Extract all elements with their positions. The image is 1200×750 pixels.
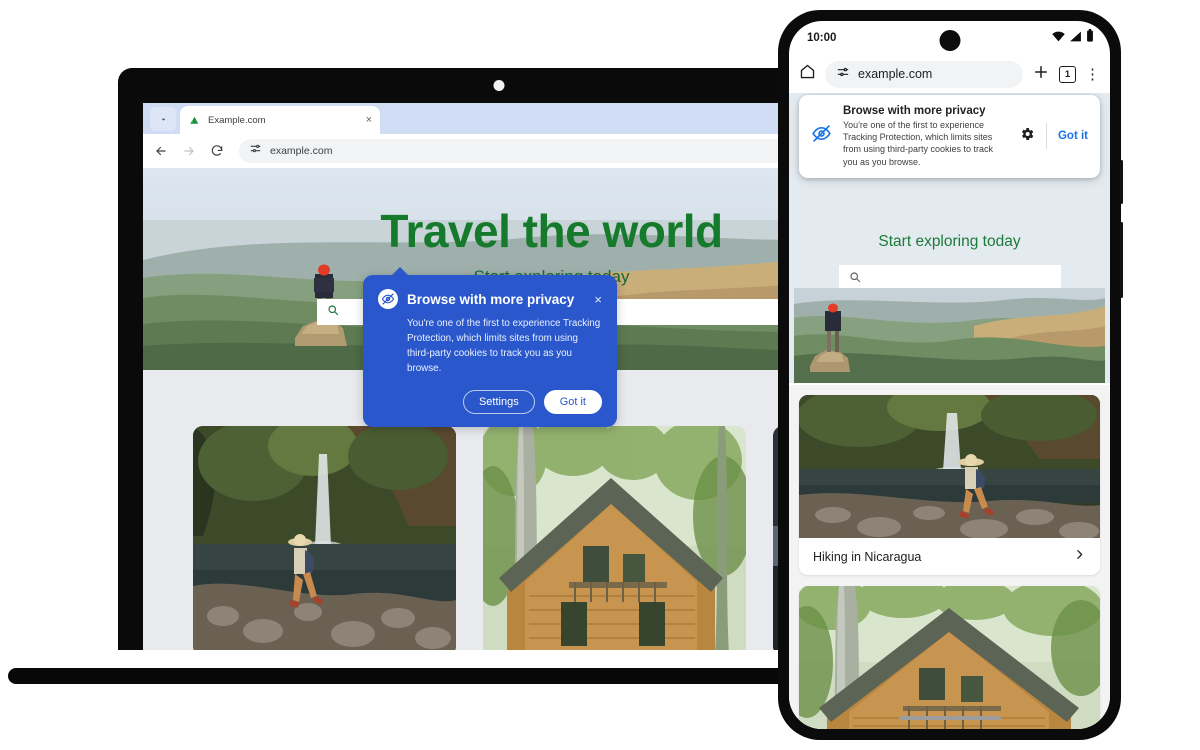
tab-title: Example.com — [208, 114, 266, 126]
privacy-notice-card: Browse with more privacy You're one of t… — [799, 95, 1100, 178]
phone-address-bar-text: example.com — [858, 67, 933, 81]
reload-icon[interactable] — [209, 144, 224, 159]
wifi-icon — [1052, 29, 1065, 47]
dialog-header: Browse with more privacy × — [378, 289, 602, 309]
list-item[interactable] — [193, 426, 456, 650]
forward-icon[interactable] — [181, 144, 196, 159]
tab-search-chevron-down-icon[interactable] — [150, 107, 176, 131]
list-item[interactable] — [483, 426, 746, 650]
phone-device: 10:00 example.com 1 ⋮ Start exploring to… — [778, 10, 1123, 740]
dialog-body: You're one of the first to experience Tr… — [407, 318, 601, 374]
list-item[interactable] — [799, 586, 1100, 729]
eye-off-icon — [378, 289, 398, 309]
log-cabin-photo — [483, 426, 746, 650]
phone-card-list: Hiking in Nicaragua — [789, 385, 1110, 729]
phone-screen: 10:00 example.com 1 ⋮ Start exploring to… — [789, 21, 1110, 729]
tune-icon[interactable] — [836, 65, 850, 84]
privacy-notice-title: Browse with more privacy — [843, 105, 986, 117]
dialog-title: Browse with more privacy — [407, 291, 575, 307]
card-footer[interactable]: Hiking in Nicaragua — [799, 538, 1100, 575]
privacy-notice-text: You're one of the first to experience Tr… — [843, 120, 994, 167]
phone-web-page: Start exploring today Hiking in Nicaragu… — [789, 93, 1110, 729]
close-icon[interactable]: × — [366, 114, 372, 126]
status-icons — [1052, 29, 1094, 47]
tune-icon[interactable] — [249, 142, 262, 160]
browser-tab[interactable]: Example.com × — [180, 106, 380, 134]
got-it-button[interactable]: Got it — [543, 389, 602, 414]
eye-off-icon — [811, 123, 832, 149]
close-icon[interactable]: × — [594, 293, 602, 306]
got-it-button[interactable]: Got it — [1058, 130, 1088, 142]
laptop-device: Example.com × example.com Travel the wor… — [8, 68, 960, 684]
privacy-notice-body: Browse with more privacy You're one of t… — [843, 105, 1008, 168]
signal-icon — [1069, 29, 1082, 47]
phone-hero-image — [794, 288, 1105, 383]
chevron-right-icon[interactable] — [1073, 548, 1086, 566]
laptop-base — [8, 668, 908, 684]
home-icon[interactable] — [799, 63, 816, 85]
card-image — [799, 395, 1100, 538]
webcam-icon — [493, 80, 505, 91]
waterfall-hiker-photo — [799, 395, 1100, 538]
search-icon — [849, 270, 861, 288]
list-item[interactable]: Hiking in Nicaragua — [799, 395, 1100, 575]
gear-icon[interactable] — [1019, 126, 1035, 147]
gesture-navigation-bar[interactable] — [898, 716, 1001, 720]
log-cabin-photo — [799, 586, 1100, 729]
overflow-menu-icon[interactable]: ⋮ — [1085, 67, 1100, 82]
battery-icon — [1086, 29, 1094, 47]
power-button[interactable] — [1120, 160, 1123, 204]
device-showcase: Example.com × example.com Travel the wor… — [0, 0, 1200, 750]
new-tab-icon[interactable] — [1032, 63, 1050, 86]
phone-browser-toolbar: example.com 1 ⋮ — [789, 55, 1110, 93]
tab-count-button[interactable]: 1 — [1059, 65, 1076, 83]
mountain-icon — [188, 114, 201, 127]
phone-address-bar[interactable]: example.com — [825, 60, 1023, 88]
settings-button[interactable]: Settings — [462, 389, 535, 414]
privacy-dialog: Browse with more privacy × You're one of… — [363, 267, 617, 427]
front-camera-icon — [939, 30, 960, 51]
address-bar-text: example.com — [270, 145, 333, 157]
search-icon — [327, 303, 339, 321]
status-time: 10:00 — [807, 32, 837, 44]
divider — [1045, 123, 1047, 150]
waterfall-hiker-photo — [193, 426, 456, 650]
phone-hero-subtitle: Start exploring today — [878, 233, 1021, 250]
card-image — [799, 586, 1100, 729]
dialog-actions: Settings Got it — [378, 389, 602, 414]
volume-button[interactable] — [1120, 222, 1123, 298]
back-icon[interactable] — [153, 144, 168, 159]
status-bar: 10:00 — [789, 21, 1110, 55]
card-label: Hiking in Nicaragua — [813, 549, 922, 564]
